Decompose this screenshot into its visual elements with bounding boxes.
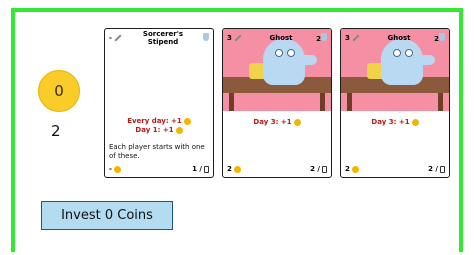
coin-counter: 0 <box>38 70 80 112</box>
card-gem-cost: 2 <box>315 33 327 43</box>
card-ghost[interactable]: 3 Ghost 2 Day 3: +1 2 2 / <box>222 28 332 178</box>
card-footer-right: 1 / <box>192 165 209 173</box>
card-footer-left: 2 <box>227 165 241 173</box>
coin-icon <box>233 165 241 173</box>
coin-icon <box>411 118 419 126</box>
wand-icon <box>114 34 122 42</box>
card-footer: - 1 / <box>109 164 209 174</box>
card-header: 3 Ghost 2 <box>227 32 327 44</box>
wand-icon <box>234 34 242 42</box>
invest-coins-button[interactable]: Invest 0 Coins <box>41 201 173 230</box>
card-footer-left: 2 <box>345 165 359 173</box>
gem-icon <box>197 33 209 43</box>
bottle-icon <box>440 165 445 173</box>
card-title: Sorcerer's Stipend <box>142 30 184 46</box>
card-footer: 2 2 / <box>227 164 327 174</box>
card-effect-line-1: Day 3: +1 <box>227 118 327 126</box>
card-effect-line-1: Day 3: +1 <box>345 118 445 126</box>
coin-icon <box>113 165 121 173</box>
card-cost: 3 <box>227 34 247 42</box>
bottle-icon <box>204 165 209 173</box>
card-cost: - <box>109 34 129 42</box>
coin-icon <box>351 165 359 173</box>
card-header: - Sorcerer's Stipend <box>109 30 209 46</box>
card-title: Ghost <box>269 34 293 42</box>
card-footer-left: - <box>109 165 121 173</box>
card-sorcerers-stipend[interactable]: - Sorcerer's Stipend Every day: +1 Day 1… <box>104 28 214 178</box>
card-footer-right: 2 / <box>310 165 327 173</box>
gem-icon <box>439 33 445 41</box>
card-header: 3 Ghost 2 <box>345 32 445 44</box>
card-effect-line-1: Every day: +1 <box>109 117 209 125</box>
card-cost: 3 <box>345 34 365 42</box>
card-gem-cost: 2 <box>433 33 445 43</box>
coin-value: 0 <box>54 82 64 100</box>
card-effect-line-2: Day 1: +1 <box>109 126 209 134</box>
wand-icon <box>352 34 360 42</box>
card-ghost[interactable]: 3 Ghost 2 Day 3: +1 2 2 / <box>340 28 450 178</box>
coin-icon <box>293 118 301 126</box>
player-count: 2 <box>51 122 61 140</box>
gem-icon <box>321 33 327 41</box>
card-title: Ghost <box>387 34 411 42</box>
card-footer-right: 2 / <box>428 165 445 173</box>
coin-icon <box>175 126 183 134</box>
coin-icon <box>183 117 191 125</box>
card-footer: 2 2 / <box>345 164 445 174</box>
bottle-icon <box>322 165 327 173</box>
card-description: Each player starts with one of these. <box>109 143 205 160</box>
